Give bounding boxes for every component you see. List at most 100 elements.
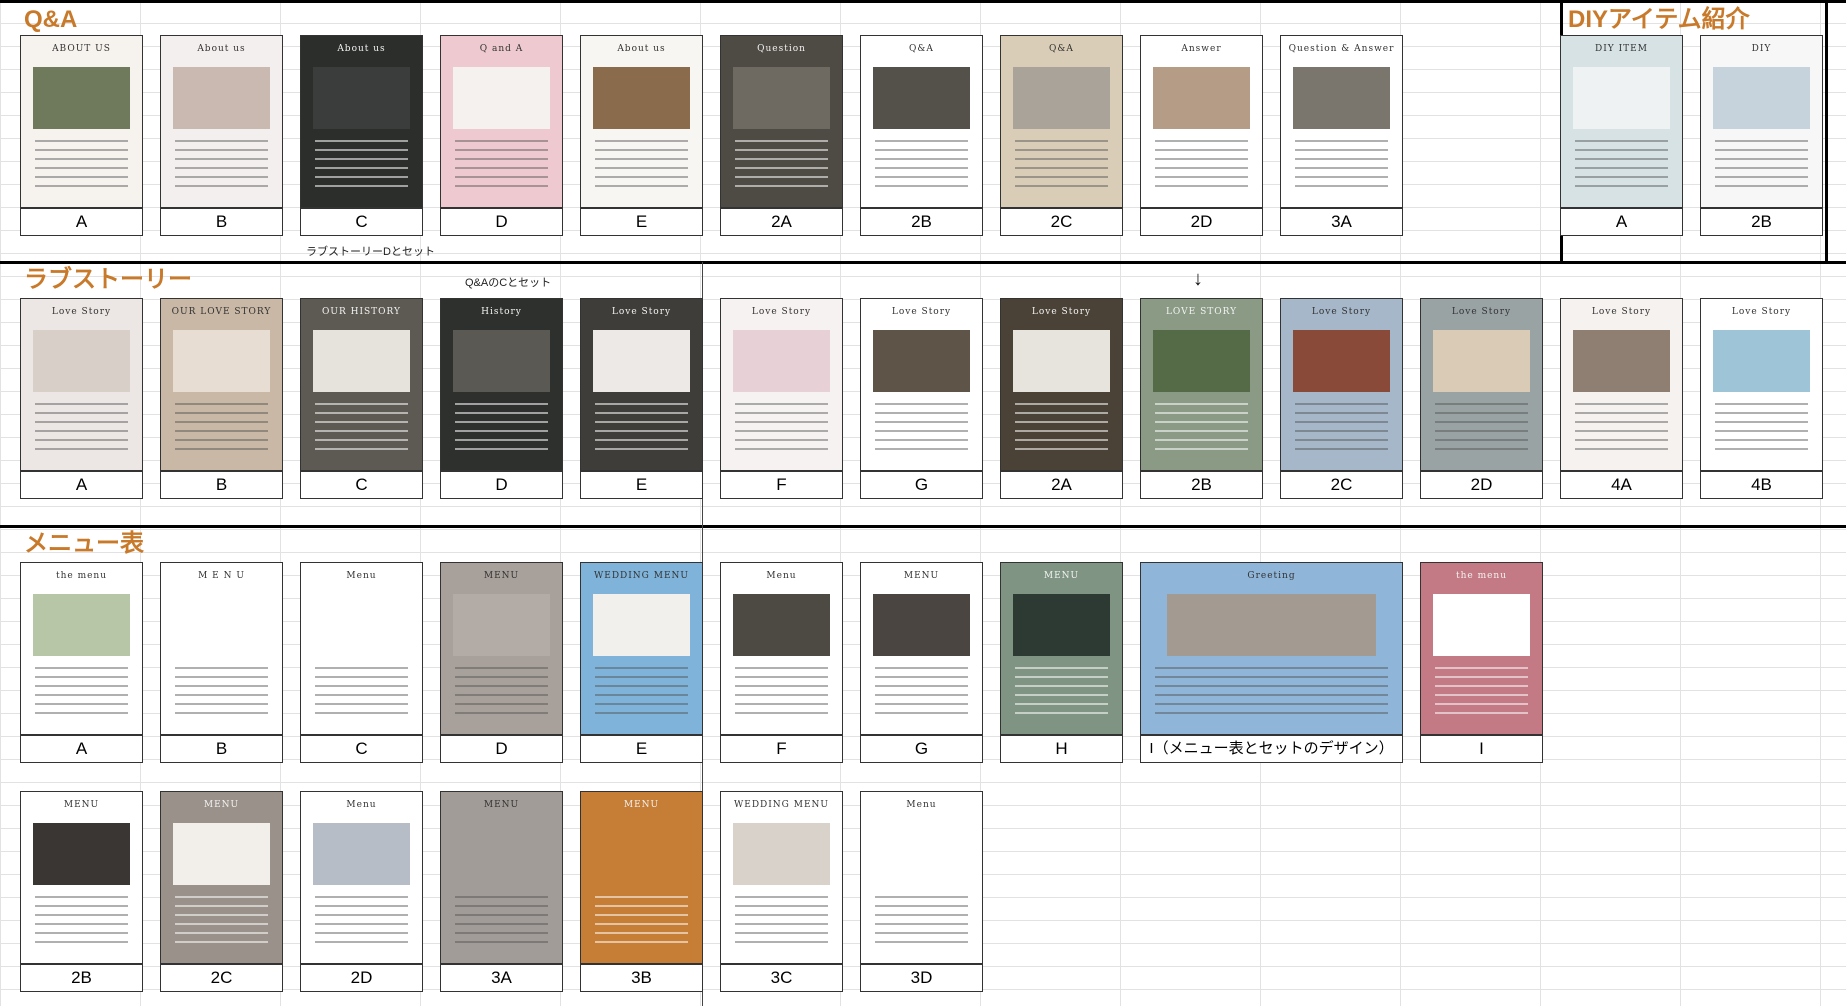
thumb-text-line bbox=[595, 140, 688, 142]
template-label: E bbox=[580, 735, 703, 763]
thumb-text-line bbox=[735, 421, 828, 423]
template-thumbnail[interactable]: MENU bbox=[20, 791, 143, 964]
thumb-text-line bbox=[1575, 167, 1668, 169]
thumb-text-line bbox=[875, 905, 968, 907]
thumb-text-line bbox=[175, 703, 268, 705]
template-thumbnail[interactable]: Love Story bbox=[580, 298, 703, 471]
template-thumbnail[interactable]: Question & Answer bbox=[1280, 35, 1403, 208]
template-thumbnail[interactable]: Love Story bbox=[720, 298, 843, 471]
thumb-text-line bbox=[735, 923, 828, 925]
thumb-text-line bbox=[315, 185, 408, 187]
template-thumbnail[interactable]: History bbox=[440, 298, 563, 471]
thumbnail-photo bbox=[1013, 594, 1110, 657]
template-label: 2B bbox=[1700, 208, 1823, 236]
template-thumbnail[interactable]: MENU bbox=[1000, 562, 1123, 735]
template-thumbnail[interactable]: WEDDING MENU bbox=[720, 791, 843, 964]
template-thumbnail[interactable]: Question bbox=[720, 35, 843, 208]
thumbnail-photo bbox=[733, 330, 830, 393]
thumb-text-line bbox=[455, 403, 548, 405]
template-thumbnail[interactable]: Answer bbox=[1140, 35, 1263, 208]
template-thumbnail[interactable]: Q&A bbox=[1000, 35, 1123, 208]
thumbnail-photo bbox=[313, 594, 410, 657]
template-label: 2D bbox=[1420, 471, 1543, 499]
thumb-text-line bbox=[1155, 448, 1248, 450]
thumb-text-line bbox=[1295, 430, 1388, 432]
template-thumbnail[interactable]: Love Story bbox=[20, 298, 143, 471]
thumb-text-line bbox=[455, 439, 548, 441]
template-thumbnail[interactable]: About us bbox=[300, 35, 423, 208]
thumb-text-line bbox=[1715, 448, 1808, 450]
thumb-text-line bbox=[595, 923, 688, 925]
thumbnail-photo bbox=[1713, 67, 1810, 130]
thumbnail-title: MENU bbox=[483, 800, 520, 810]
thumb-text-line bbox=[735, 685, 828, 687]
template-thumbnail[interactable]: ABOUT US bbox=[20, 35, 143, 208]
template-thumbnail[interactable]: MENU bbox=[440, 562, 563, 735]
thumbnail-photo bbox=[873, 823, 970, 886]
template-thumbnail[interactable]: Love Story bbox=[1420, 298, 1543, 471]
template-thumbnail[interactable]: MENU bbox=[860, 562, 983, 735]
thumb-text-line bbox=[1015, 421, 1108, 423]
template-thumbnail[interactable]: OUR LOVE STORY bbox=[160, 298, 283, 471]
template-label: F bbox=[720, 735, 843, 763]
divider-love-menu bbox=[0, 525, 1846, 528]
thumb-text-line bbox=[1155, 140, 1248, 142]
thumb-text-line bbox=[35, 176, 128, 178]
template-thumbnail[interactable]: OUR HISTORY bbox=[300, 298, 423, 471]
thumb-text-line bbox=[35, 896, 128, 898]
template-thumbnail[interactable]: Q and A bbox=[440, 35, 563, 208]
thumb-text-line bbox=[595, 167, 688, 169]
thumbnail-photo bbox=[1573, 330, 1670, 393]
thumb-text-line bbox=[875, 167, 968, 169]
template-thumbnail[interactable]: Menu bbox=[300, 791, 423, 964]
template-thumbnail[interactable]: Menu bbox=[860, 791, 983, 964]
thumb-text-line bbox=[175, 694, 268, 696]
template-label: 2D bbox=[300, 964, 423, 992]
template-thumbnail[interactable]: MENU bbox=[440, 791, 563, 964]
template-thumbnail[interactable]: LOVE STORY bbox=[1140, 298, 1263, 471]
template-label: 2C bbox=[1280, 471, 1403, 499]
thumb-text-line bbox=[1155, 676, 1388, 678]
thumb-text-line bbox=[735, 694, 828, 696]
thumb-text-line bbox=[35, 185, 128, 187]
template-thumbnail[interactable]: Love Story bbox=[860, 298, 983, 471]
template-thumbnail[interactable]: Love Story bbox=[1700, 298, 1823, 471]
thumb-text-line bbox=[175, 185, 268, 187]
template-thumbnail[interactable]: About us bbox=[160, 35, 283, 208]
template-thumbnail[interactable]: WEDDING MENU bbox=[580, 562, 703, 735]
template-thumbnail[interactable]: Menu bbox=[720, 562, 843, 735]
thumb-text-line bbox=[1015, 676, 1108, 678]
template-thumbnail[interactable]: DIY ITEM bbox=[1560, 35, 1683, 208]
template-thumbnail[interactable]: MENU bbox=[580, 791, 703, 964]
template-thumbnail[interactable]: DIY bbox=[1700, 35, 1823, 208]
down-arrow: ↓ bbox=[1193, 268, 1203, 290]
thumb-text-line bbox=[1295, 158, 1388, 160]
thumbnail-title: OUR HISTORY bbox=[322, 307, 401, 317]
template-thumbnail[interactable]: Love Story bbox=[1560, 298, 1683, 471]
top-border bbox=[0, 0, 1846, 3]
template-label: A bbox=[20, 735, 143, 763]
template-thumbnail[interactable]: the menu bbox=[1420, 562, 1543, 735]
template-thumbnail[interactable]: MENU bbox=[160, 791, 283, 964]
thumb-text-line bbox=[1015, 403, 1108, 405]
thumb-text-line bbox=[595, 412, 688, 414]
template-thumbnail[interactable]: Greeting bbox=[1140, 562, 1403, 735]
template-thumbnail[interactable]: Love Story bbox=[1000, 298, 1123, 471]
note-love-d-set: ラブストーリーDとセット bbox=[306, 246, 435, 258]
thumb-text-line bbox=[455, 412, 548, 414]
template-thumbnail[interactable]: Q&A bbox=[860, 35, 983, 208]
thumbnail-title: DIY bbox=[1751, 44, 1772, 54]
template-thumbnail[interactable]: Love Story bbox=[1280, 298, 1403, 471]
section-title-diy: DIYアイテム紹介 bbox=[1568, 6, 1750, 33]
thumbnail-photo bbox=[33, 67, 130, 130]
template-thumbnail[interactable]: About us bbox=[580, 35, 703, 208]
template-label: 2B bbox=[1140, 471, 1263, 499]
thumb-text-line bbox=[315, 412, 408, 414]
thumbnail-photo bbox=[1713, 330, 1810, 393]
template-label: C bbox=[300, 735, 423, 763]
template-thumbnail[interactable]: Menu bbox=[300, 562, 423, 735]
template-thumbnail[interactable]: M E N U bbox=[160, 562, 283, 735]
template-thumbnail[interactable]: the menu bbox=[20, 562, 143, 735]
thumb-text-line bbox=[1435, 448, 1528, 450]
thumb-text-line bbox=[175, 167, 268, 169]
